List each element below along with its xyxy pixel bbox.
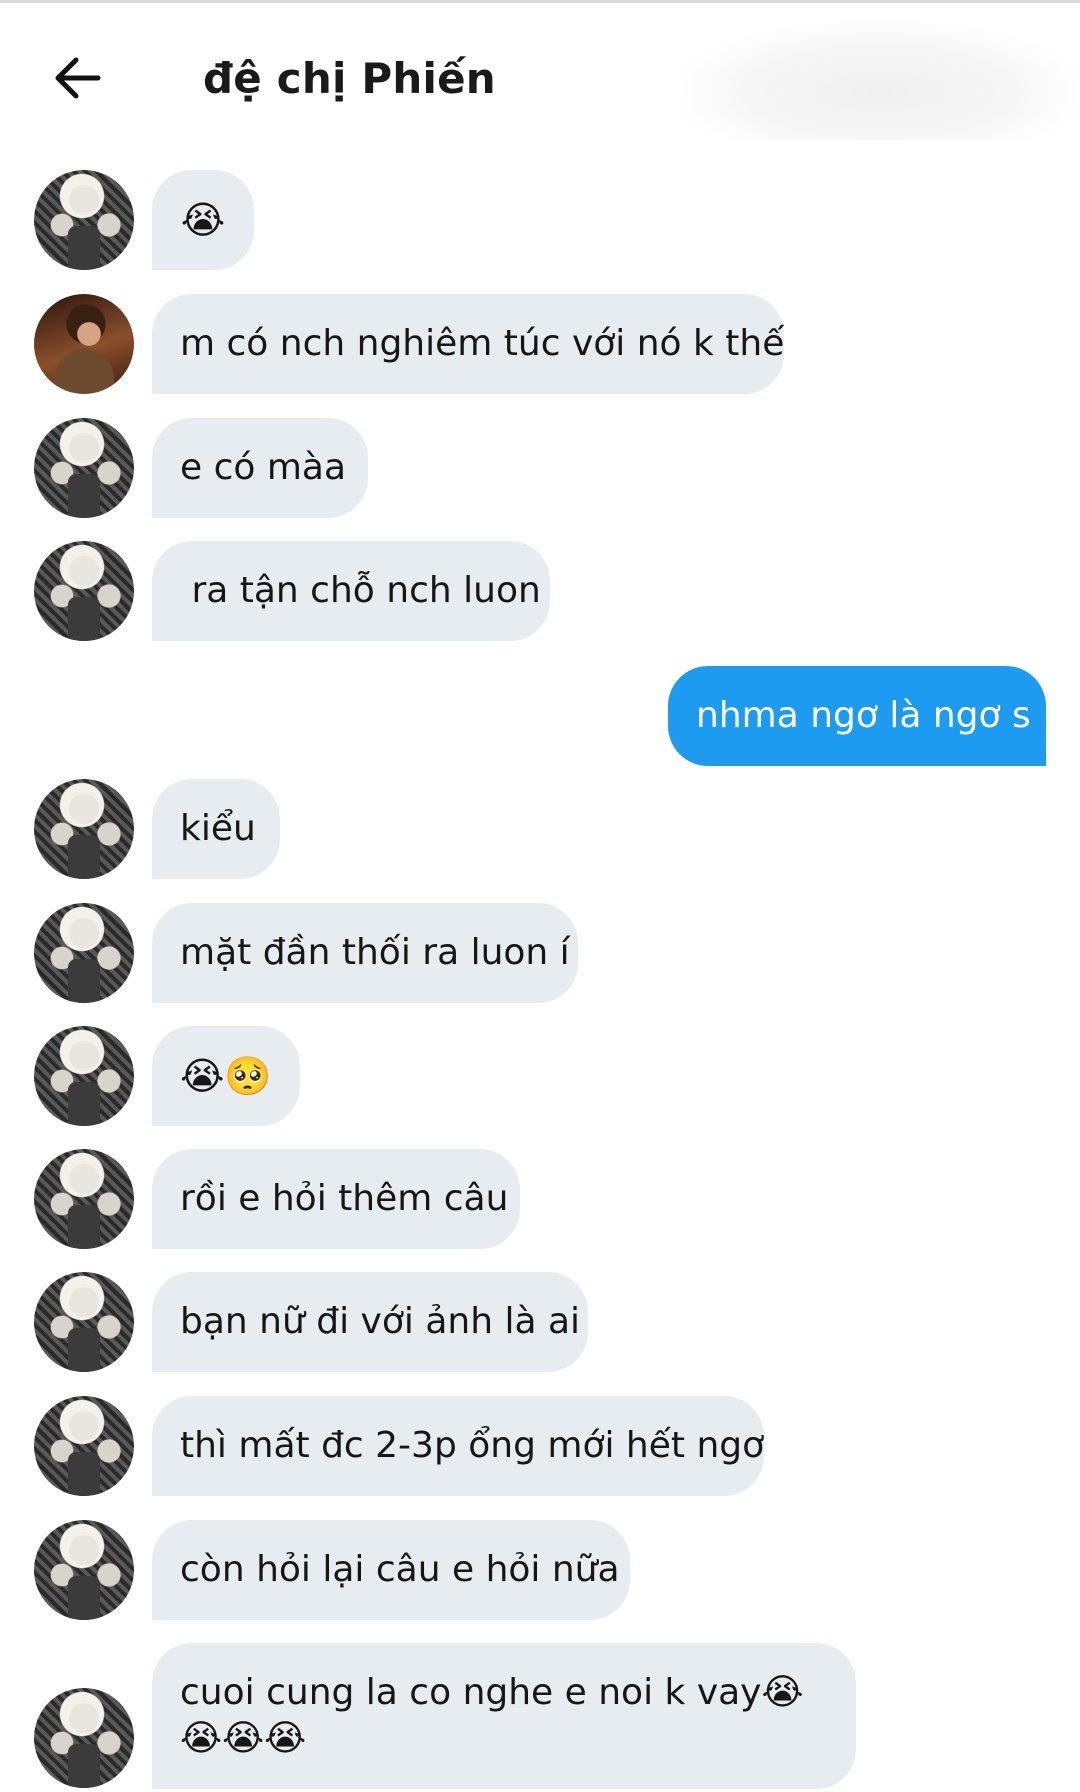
message-text: thì mất đc 2-3p ổng mới hết ngơ (180, 1425, 765, 1466)
message-bubble[interactable]: m có nch nghiêm túc với nó k thế (152, 294, 784, 394)
message-text: còn hỏi lại câu e hỏi nữa (180, 1549, 620, 1590)
sent-message-bubble[interactable]: nhma ngơ là ngơ s (668, 666, 1046, 766)
avatar[interactable] (34, 418, 134, 518)
message-text: cuoi cung la co nghe e noi k vay😭😭😭😭 (180, 1672, 804, 1759)
message-text: ra tận chỗ nch luon (180, 570, 541, 611)
avatar[interactable] (34, 1688, 134, 1788)
avatar[interactable] (34, 1026, 134, 1126)
message-bubble[interactable]: e có màa (152, 418, 368, 518)
avatar[interactable] (34, 903, 134, 1003)
avatar[interactable] (34, 779, 134, 879)
message-bubble[interactable]: 😭 (152, 170, 254, 270)
avatar[interactable] (34, 1520, 134, 1620)
message-text: kiểu (180, 808, 256, 849)
avatar[interactable] (34, 170, 134, 270)
message-text: bạn nữ đi với ảnh là ai (180, 1301, 581, 1342)
avatar[interactable] (34, 1396, 134, 1496)
message-text: m có nch nghiêm túc với nó k thế (180, 323, 785, 364)
message-bubble[interactable]: bạn nữ đi với ảnh là ai (152, 1272, 588, 1372)
blur-smudge (680, 20, 1080, 140)
avatar[interactable] (34, 1149, 134, 1249)
message-text: rồi e hỏi thêm câu (180, 1178, 509, 1219)
avatar[interactable] (34, 294, 134, 394)
message-bubble[interactable]: mặt đần thối ra luon í (152, 903, 578, 1003)
arrow-left-icon (55, 57, 101, 99)
message-text: nhma ngơ là ngơ s (696, 695, 1031, 736)
message-text: 😭🥺 (180, 1054, 272, 1098)
message-bubble[interactable]: thì mất đc 2-3p ổng mới hết ngơ (152, 1396, 764, 1496)
message-text: 😭 (180, 198, 226, 242)
message-bubble[interactable]: kiểu (152, 779, 280, 879)
conversation-header: đệ chị Phiến (0, 0, 1080, 150)
avatar[interactable] (34, 541, 134, 641)
message-bubble[interactable]: ra tận chỗ nch luon (152, 541, 550, 641)
message-bubble[interactable]: cuoi cung la co nghe e noi k vay😭😭😭😭 (152, 1643, 856, 1789)
message-bubble[interactable]: 😭🥺 (152, 1026, 300, 1126)
avatar[interactable] (34, 1272, 134, 1372)
message-text: mặt đần thối ra luon í (180, 932, 570, 973)
message-bubble[interactable]: rồi e hỏi thêm câu (152, 1149, 520, 1249)
conversation-title: đệ chị Phiến (203, 54, 496, 103)
message-bubble[interactable]: còn hỏi lại câu e hỏi nữa (152, 1520, 630, 1620)
back-button[interactable] (50, 48, 110, 108)
message-text: e có màa (180, 447, 347, 488)
